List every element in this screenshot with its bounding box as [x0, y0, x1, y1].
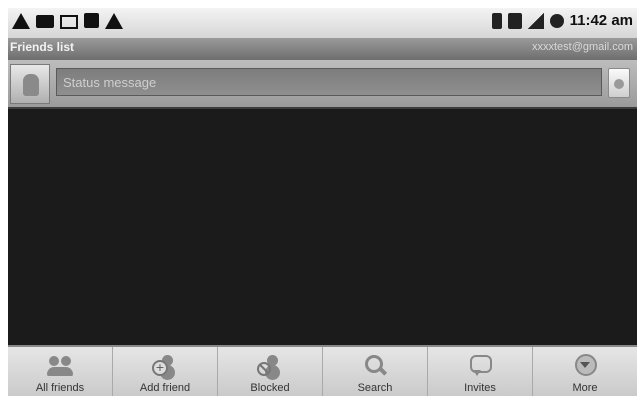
menu-item-invites[interactable]: Invites — [428, 347, 533, 396]
clock: 11:42 am — [569, 12, 633, 29]
invites-icon — [467, 354, 493, 376]
warning-icon — [12, 13, 30, 29]
notification-icons — [12, 13, 123, 29]
sim-icon — [507, 12, 522, 29]
bluetooth-icon — [491, 12, 502, 29]
presence-toggle-icon — [614, 79, 624, 89]
friends-icon — [47, 354, 73, 376]
mail-icon — [60, 15, 78, 29]
menu-item-label: All friends — [35, 382, 85, 394]
add-friend-icon — [152, 354, 178, 376]
android-avatar-icon[interactable] — [10, 64, 50, 104]
status-bar: 11:42 am — [8, 8, 637, 38]
title-bar: Friends list xxxxtest@gmail.com — [8, 38, 637, 60]
status-row — [8, 60, 637, 109]
presence-toggle-button[interactable] — [608, 68, 630, 98]
menu-item-blocked[interactable]: Blocked — [218, 347, 323, 396]
menu-item-label: Blocked — [250, 382, 290, 394]
account-email: xxxxtest@gmail.com — [531, 41, 633, 53]
menu-item-add-friend[interactable]: Add friend — [113, 347, 218, 396]
menu-item-label: Add friend — [139, 382, 191, 394]
menu-item-label: Search — [357, 382, 393, 394]
menu-item-all-friends[interactable]: All friends — [8, 347, 113, 396]
more-icon — [572, 354, 598, 376]
menu-item-search[interactable]: Search — [323, 347, 428, 396]
status-message-input[interactable] — [56, 68, 602, 96]
page-title: Friends list — [10, 40, 75, 54]
menu-item-label: Invites — [464, 382, 496, 394]
system-icons: 11:42 am — [491, 12, 633, 29]
options-menu: All friends Add friend Blocked Search In… — [8, 345, 637, 396]
warning-icon — [105, 13, 123, 29]
battery-icon — [549, 13, 564, 28]
usb-icon — [84, 13, 99, 28]
menu-item-label: More — [572, 382, 598, 394]
menu-item-more[interactable]: More — [533, 347, 637, 396]
chat-icon — [36, 15, 54, 28]
blocked-icon — [257, 354, 283, 376]
signal-icon — [527, 12, 544, 29]
search-icon — [362, 354, 388, 376]
device-screen: 11:42 am Friends list xxxxtest@gmail.com… — [8, 8, 637, 396]
friends-list[interactable] — [8, 109, 637, 345]
